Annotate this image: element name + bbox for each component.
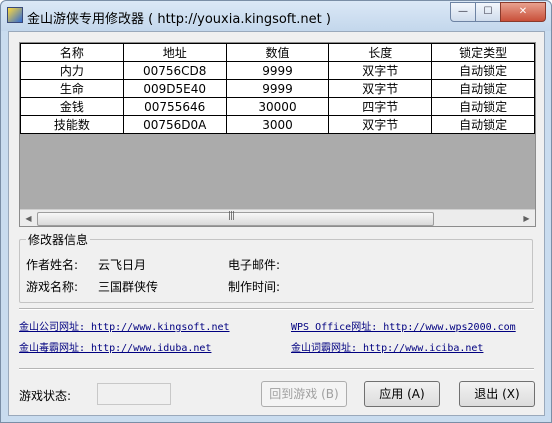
client-area: 名称 地址 数值 长度 锁定类型 内力 00756CD8 9999 双字节 自动… [8, 31, 545, 416]
scroll-left-icon[interactable]: ◀ [20, 210, 37, 226]
cell-name[interactable]: 技能数 [20, 115, 124, 134]
iciba-link[interactable]: 金山词霸网址: http://www.iciba.net [291, 339, 483, 354]
table-header-row: 名称 地址 数值 长度 锁定类型 [20, 43, 535, 62]
cell-address[interactable]: 009D5E40 [122, 79, 227, 98]
scrollbar-thumb[interactable]: ||| [37, 211, 434, 226]
cell-lock-type[interactable]: 自动锁定 [431, 79, 535, 98]
cell-name[interactable]: 生命 [20, 79, 124, 98]
modifier-info-group: 修改器信息 作者姓名: 云飞日月 电子邮件: 游戏名称: 三国群侠传 制作时间: [19, 231, 533, 303]
column-header-lock-type[interactable]: 锁定类型 [431, 43, 535, 62]
column-header-name[interactable]: 名称 [20, 43, 124, 62]
game-status-label: 游戏状态: [19, 389, 72, 403]
divider [19, 308, 534, 310]
back-to-game-button[interactable]: 回到游戏 (B) [261, 381, 347, 407]
cell-address[interactable]: 00756D0A [122, 115, 227, 134]
cell-name[interactable]: 金钱 [20, 97, 124, 116]
column-header-address[interactable]: 地址 [122, 43, 227, 62]
cell-length[interactable]: 四字节 [328, 97, 433, 116]
table-row[interactable]: 内力 00756CD8 9999 双字节 自动锁定 [20, 61, 535, 80]
apply-button[interactable]: 应用 (A) [364, 381, 440, 407]
exit-button[interactable]: 退出 (X) [459, 381, 535, 407]
grip-icon: ||| [228, 211, 235, 221]
maximize-button[interactable]: ☐ [475, 2, 501, 22]
author-value: 云飞日月 [98, 258, 147, 272]
kingsoft-link[interactable]: 金山公司网址: http://www.kingsoft.net [19, 318, 230, 333]
cell-value[interactable]: 30000 [225, 97, 330, 116]
cell-length[interactable]: 双字节 [328, 61, 433, 80]
cell-length[interactable]: 双字节 [328, 115, 433, 134]
group-legend: 修改器信息 [26, 231, 91, 248]
cell-length[interactable]: 双字节 [328, 79, 433, 98]
address-table: 名称 地址 数值 长度 锁定类型 内力 00756CD8 9999 双字节 自动… [20, 43, 535, 134]
table-row[interactable]: 生命 009D5E40 9999 双字节 自动锁定 [20, 79, 535, 98]
app-icon [7, 7, 23, 23]
duba-link[interactable]: 金山毒霸网址: http://www.iduba.net [19, 339, 211, 354]
game-name-value: 三国群侠传 [98, 280, 159, 294]
wps-office-link[interactable]: WPS Office网址: http://www.wps2000.com [291, 318, 516, 333]
minimize-button[interactable]: — [450, 2, 476, 22]
table-row[interactable]: 金钱 00755646 30000 四字节 自动锁定 [20, 97, 535, 116]
modifier-window: 金山游侠专用修改器 ( http://youxia.kingsoft.net )… [0, 0, 552, 423]
divider [19, 368, 534, 370]
close-button[interactable]: ✕ [500, 2, 546, 22]
window-title: 金山游侠专用修改器 ( http://youxia.kingsoft.net ) [27, 12, 331, 27]
cell-lock-type[interactable]: 自动锁定 [431, 97, 535, 116]
cell-value[interactable]: 9999 [225, 79, 330, 98]
cell-address[interactable]: 00756CD8 [122, 61, 227, 80]
table-row[interactable]: 技能数 00756D0A 3000 双字节 自动锁定 [20, 115, 535, 134]
column-header-value[interactable]: 数值 [225, 43, 330, 62]
cell-value[interactable]: 9999 [225, 61, 330, 80]
scroll-right-icon[interactable]: ▶ [518, 210, 535, 226]
cell-address[interactable]: 00755646 [122, 97, 227, 116]
horizontal-scrollbar[interactable]: ◀ ||| ▶ [20, 209, 535, 226]
cell-value[interactable]: 3000 [225, 115, 330, 134]
cell-name[interactable]: 内力 [20, 61, 124, 80]
email-label: 电子邮件: [228, 258, 281, 272]
creation-time-label: 制作时间: [228, 280, 281, 294]
game-name-label: 游戏名称: [26, 280, 79, 294]
cell-lock-type[interactable]: 自动锁定 [431, 61, 535, 80]
author-label: 作者姓名: [26, 258, 79, 272]
cell-lock-type[interactable]: 自动锁定 [431, 115, 535, 134]
game-status-field [97, 383, 171, 405]
title-bar[interactable]: 金山游侠专用修改器 ( http://youxia.kingsoft.net )… [1, 1, 551, 31]
address-grid[interactable]: 名称 地址 数值 长度 锁定类型 内力 00756CD8 9999 双字节 自动… [19, 42, 536, 227]
column-header-length[interactable]: 长度 [328, 43, 433, 62]
